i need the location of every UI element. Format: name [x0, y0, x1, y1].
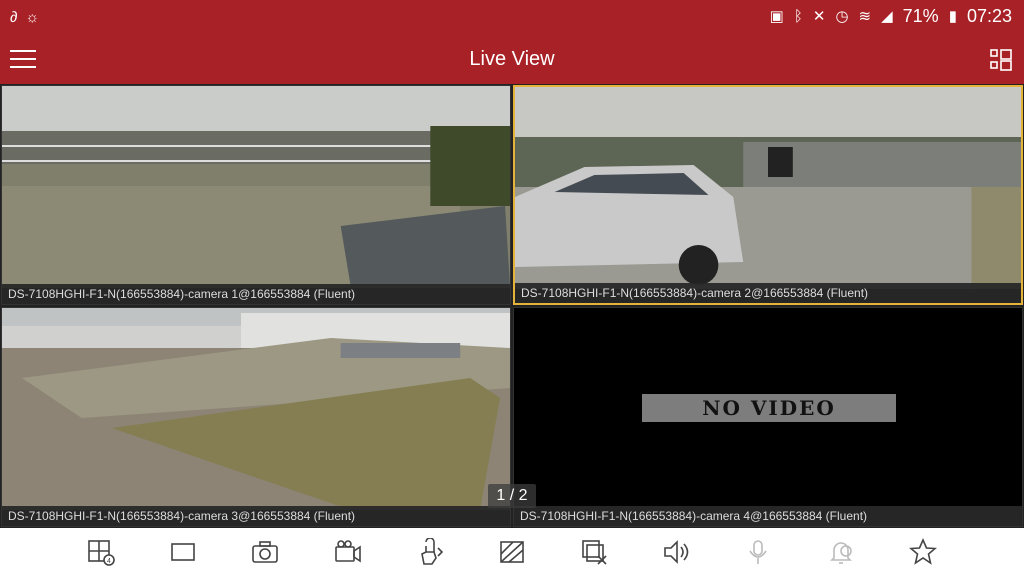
camera-tile-4[interactable]: NO VIDEO DS-7108HGHI-F1-N(166553884)-cam… — [513, 307, 1023, 527]
camera-3-caption: DS-7108HGHI-F1-N(166553884)-camera 3@166… — [2, 506, 510, 526]
camera-tile-1[interactable]: DS-7108HGHI-F1-N(166553884)-camera 1@166… — [1, 85, 511, 305]
image-quality-button[interactable] — [495, 535, 529, 569]
bluetooth-icon: ᛒ — [793, 7, 803, 25]
camera-1-caption: DS-7108HGHI-F1-N(166553884)-camera 1@166… — [2, 284, 510, 304]
window-split-count: 4 — [107, 558, 111, 565]
status-time: 07:23 — [966, 6, 1012, 26]
audio-button[interactable] — [659, 535, 693, 569]
stop-all-button[interactable] — [577, 535, 611, 569]
channel-list-icon — [990, 49, 1012, 71]
stop-all-icon — [582, 540, 607, 565]
video-record-icon — [334, 540, 361, 563]
battery-percent: 71% — [902, 6, 939, 26]
status-bar: ∂ ☼ ▣ ᛒ ✕ ◷ ≋ ◢ 71% ▮ 07:23 — [0, 0, 1024, 36]
no-video-label: NO VIDEO — [642, 394, 896, 422]
camera-tile-2[interactable]: DS-7108HGHI-F1-N(166553884)-camera 2@166… — [513, 85, 1023, 305]
camera-1-feed — [2, 86, 510, 288]
alarm-button[interactable] — [824, 535, 858, 569]
page-title: Live View — [469, 48, 555, 70]
image-quality-icon — [500, 541, 524, 563]
alarm-icon: ◷ — [835, 7, 849, 25]
mute-icon: ✕ — [812, 7, 826, 25]
favorite-button[interactable] — [906, 535, 940, 569]
camera-tile-3[interactable]: DS-7108HGHI-F1-N(166553884)-camera 3@166… — [1, 307, 511, 527]
audio-icon — [664, 540, 689, 564]
fullscreen-button[interactable] — [166, 535, 200, 569]
bottom-toolbar: 4 — [0, 528, 1024, 576]
window-split-icon: 4 — [88, 540, 115, 566]
microphone-icon — [749, 540, 768, 564]
camera-3-feed — [2, 308, 510, 510]
microphone-button[interactable] — [741, 535, 775, 569]
live-view-grid: DS-7108HGHI-F1-N(166553884)-camera 1@166… — [0, 84, 1024, 528]
wifi-icon: ≋ — [858, 7, 872, 25]
page-indicator: 1 / 2 — [488, 484, 536, 508]
ptz-button[interactable] — [413, 535, 447, 569]
battery-icon: ▮ — [948, 7, 957, 25]
favorite-star-icon — [908, 538, 937, 565]
window-split-button[interactable]: 4 — [84, 535, 118, 569]
camera-2-caption: DS-7108HGHI-F1-N(166553884)-camera 2@166… — [515, 283, 1021, 303]
alarm-bell-icon — [829, 542, 852, 564]
camera-snapshot-icon — [252, 541, 279, 563]
status-left-icons: ∂ ☼ — [10, 8, 39, 28]
app-bar: Live View — [0, 36, 1024, 84]
status-right-icons: ▣ ᛒ ✕ ◷ ≋ ◢ 71% ▮ 07:23 — [770, 6, 1012, 27]
fullscreen-icon — [171, 543, 196, 561]
ptz-control-icon — [420, 538, 443, 565]
camera-4-caption: DS-7108HGHI-F1-N(166553884)-camera 4@166… — [514, 506, 1022, 526]
camera-2-feed — [515, 87, 1021, 289]
weather-icon: ☼ — [25, 9, 40, 26]
vibrate-icon: ▣ — [769, 7, 784, 25]
record-button[interactable] — [331, 535, 365, 569]
app-notification-icon: ∂ — [10, 9, 18, 26]
signal-icon: ◢ — [881, 7, 893, 25]
channel-list-button[interactable] — [990, 48, 1012, 72]
snapshot-button[interactable] — [248, 535, 282, 569]
